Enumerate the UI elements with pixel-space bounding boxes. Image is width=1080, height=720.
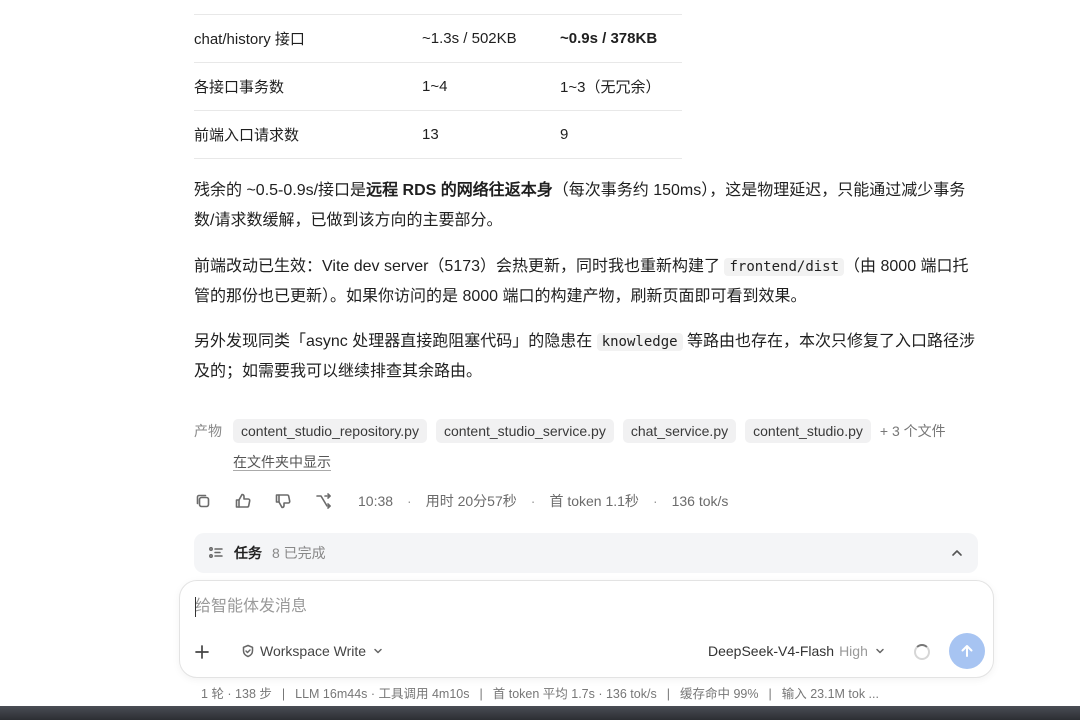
table-cell: 9 bbox=[560, 126, 569, 143]
chevron-down-icon bbox=[374, 648, 382, 654]
task-list-icon bbox=[208, 545, 224, 561]
token-average: 首 token 平均 1.7s · 136 tok/s bbox=[492, 687, 657, 701]
send-button[interactable] bbox=[949, 633, 985, 669]
chevron-up-icon[interactable] bbox=[950, 546, 964, 560]
text-span: 残余的 ~0.5-0.9s/接口是 bbox=[194, 182, 367, 199]
more-files-link[interactable]: + 3 个文件 bbox=[880, 421, 946, 441]
arrow-up-icon bbox=[961, 645, 973, 657]
reasoning-level: High bbox=[839, 643, 868, 659]
tasks-status: 8 已完成 bbox=[272, 545, 326, 561]
inline-code: knowledge bbox=[596, 333, 683, 351]
permission-mode-selector[interactable]: Workspace Write bbox=[241, 643, 385, 659]
add-attachment-button[interactable] bbox=[191, 641, 213, 663]
table-cell: ~0.9s / 378KB bbox=[560, 30, 658, 47]
rounds-steps: 1 轮 · 138 步 bbox=[201, 687, 272, 701]
table-cell: 前端入口请求数 bbox=[194, 127, 300, 144]
model-name: DeepSeek-V4-Flash bbox=[708, 643, 835, 659]
file-chip[interactable]: chat_service.py bbox=[622, 419, 737, 443]
table-cell: 1~3（无冗余） bbox=[560, 79, 661, 96]
table-cell: 各接口事务数 bbox=[194, 79, 285, 96]
message-paragraph: 前端改动已生效：Vite dev server（5173）会热更新，同时我也重新… bbox=[194, 252, 984, 312]
message-paragraph: 残余的 ~0.5-0.9s/接口是远程 RDS 的网络往返本身（每次事务约 15… bbox=[194, 176, 984, 236]
separator-dot: · bbox=[407, 493, 412, 509]
session-stats-bar: 1 轮 · 138 步 | LLM 16m44s · 工具调用 4m10s | 首 to… bbox=[201, 687, 879, 701]
shield-icon bbox=[242, 644, 254, 658]
input-tokens: 输入 23.1M tok ... bbox=[781, 687, 879, 701]
tasks-panel[interactable]: 任务 8 已完成 bbox=[194, 533, 978, 573]
table-cell: 1~4 bbox=[422, 78, 448, 95]
cache-hit: 缓存命中 99% bbox=[679, 687, 759, 701]
table-row: chat/history 接口 ~1.3s / 502KB ~0.9s / 37… bbox=[194, 15, 682, 63]
message-composer: Workspace Write DeepSeek-V4-Flash High bbox=[179, 580, 994, 678]
thumbs-up-icon[interactable] bbox=[234, 492, 252, 510]
dock-strip bbox=[0, 706, 1080, 720]
loading-spinner-icon bbox=[914, 644, 930, 660]
text-cursor bbox=[195, 597, 196, 617]
branch-icon[interactable] bbox=[314, 492, 332, 510]
file-chip[interactable]: content_studio.py bbox=[745, 419, 871, 443]
bold-text: 远程 RDS 的网络往返本身 bbox=[366, 182, 553, 199]
artifacts-label: 产物 bbox=[194, 423, 222, 439]
file-chip[interactable]: content_studio_service.py bbox=[435, 419, 614, 443]
elapsed-time: 用时 20分57秒 bbox=[425, 493, 517, 509]
thumbs-down-icon[interactable] bbox=[274, 492, 292, 510]
model-selector[interactable]: DeepSeek-V4-Flash High bbox=[708, 643, 887, 659]
separator-dot: · bbox=[530, 493, 536, 509]
token-speed: 136 tok/s bbox=[671, 493, 729, 509]
separator-dot: · bbox=[652, 493, 658, 509]
first-token-time: 首 token 1.1秒 bbox=[549, 493, 639, 509]
permission-mode-label: Workspace Write bbox=[260, 643, 367, 659]
artifacts-section: 产物 content_studio_repository.py content_… bbox=[194, 419, 994, 472]
table-row: 前端入口请求数 13 9 bbox=[194, 111, 682, 159]
table-cell: chat/history 接口 bbox=[194, 31, 305, 48]
message-input[interactable] bbox=[195, 595, 975, 619]
table-row: 各接口事务数 1~4 1~3（无冗余） bbox=[194, 63, 682, 111]
file-chip[interactable]: content_studio_repository.py bbox=[233, 419, 427, 443]
show-in-folder-link[interactable]: 在文件夹中显示 bbox=[233, 452, 331, 472]
message-paragraph: 另外发现同类「async 处理器直接跑阻塞代码」的隐患在 knowledge 等… bbox=[194, 327, 984, 387]
message-time: 10:38 bbox=[358, 493, 394, 509]
tasks-title: 任务 bbox=[234, 545, 262, 561]
message-actions: 10:38 · 用时 20分57秒 · 首 token 1.1秒 · 136 t… bbox=[194, 490, 728, 512]
copy-icon[interactable] bbox=[194, 492, 212, 510]
text-span: 前端改动已生效：Vite dev server（5173）会热更新，同时我也重新… bbox=[194, 258, 725, 275]
inline-code: frontend/dist bbox=[724, 258, 845, 276]
table-cell: ~1.3s / 502KB bbox=[422, 30, 517, 47]
llm-time: LLM 16m44s · 工具调用 4m10s bbox=[295, 687, 470, 701]
text-span: 另外发现同类「async 处理器直接跑阻塞代码」的隐患在 bbox=[194, 333, 597, 350]
plus-icon bbox=[195, 645, 209, 659]
chevron-down-icon bbox=[876, 648, 884, 654]
table-cell: 13 bbox=[422, 126, 439, 143]
comparison-table: chat/history 接口 ~1.3s / 502KB ~0.9s / 37… bbox=[194, 14, 682, 159]
